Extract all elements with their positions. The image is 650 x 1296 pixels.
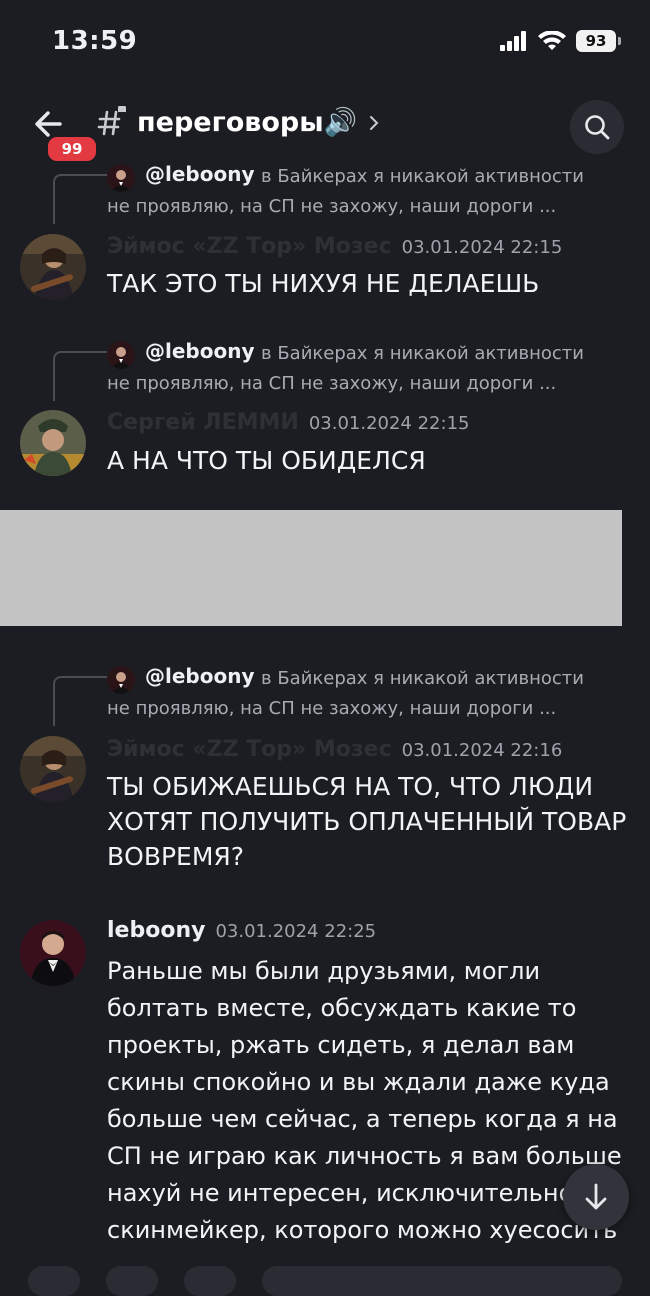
message-timestamp: 03.01.2024 22:15 bbox=[308, 413, 470, 434]
message-author[interactable]: Сергей ЛЕММИ 03.01.2024 22:15 bbox=[107, 410, 469, 435]
battery-indicator: 93 bbox=[576, 30, 621, 52]
channel-header: 99 переговоры🔊 bbox=[0, 92, 650, 164]
message-text: Раньше мы были друзьями, могли болтать в… bbox=[107, 957, 622, 1244]
avatar[interactable] bbox=[20, 410, 86, 476]
reply-avatar bbox=[107, 164, 135, 192]
add-button[interactable] bbox=[28, 1266, 80, 1296]
message-text: А НА ЧТО ТЫ ОБИДЕЛСЯ bbox=[107, 446, 426, 475]
wifi-icon bbox=[538, 31, 566, 50]
gift-button[interactable] bbox=[184, 1266, 236, 1296]
unread-badge: 99 bbox=[45, 134, 99, 164]
message-timestamp: 03.01.2024 22:16 bbox=[401, 740, 563, 761]
channel-name[interactable]: переговоры🔊 bbox=[137, 106, 357, 138]
reply-avatar bbox=[107, 666, 135, 694]
reply-author: @leboony bbox=[145, 664, 255, 688]
scroll-to-bottom-button[interactable] bbox=[563, 1164, 629, 1230]
redacted-block bbox=[0, 510, 622, 626]
reply-author: @leboony bbox=[145, 339, 255, 363]
search-button[interactable] bbox=[570, 100, 624, 154]
message-text: ТАК ЭТО ТЫ НИХУЯ НЕ ДЕЛАЕШЬ bbox=[107, 269, 540, 298]
message-author[interactable]: leboony 03.01.2024 22:25 bbox=[107, 918, 376, 943]
message-composer-bar bbox=[0, 1262, 650, 1296]
avatar[interactable] bbox=[20, 234, 86, 300]
status-bar: 13:59 93 bbox=[0, 0, 650, 80]
avatar[interactable] bbox=[20, 736, 86, 802]
message-text: ТЫ ОБИЖАЕШЬСЯ НА ТО, ЧТО ЛЮДИ ХОТЯТ ПОЛУ… bbox=[107, 772, 627, 871]
reply-author: @leboony bbox=[145, 162, 255, 186]
reply-text: не проявляю, на СП не захожу, наши дорог… bbox=[107, 698, 557, 719]
signal-icon bbox=[500, 31, 526, 51]
reply-connector bbox=[53, 676, 107, 726]
message-author[interactable]: Эймос «ZZ Тор» Мозес 03.01.2024 22:15 bbox=[107, 234, 562, 259]
arrow-down-icon bbox=[585, 1183, 607, 1210]
message-author[interactable]: Эймос «ZZ Тор» Мозес 03.01.2024 22:16 bbox=[107, 737, 562, 762]
apps-button[interactable] bbox=[106, 1266, 158, 1296]
reply-connector bbox=[53, 351, 107, 401]
author-name: Сергей ЛЕММИ bbox=[107, 410, 299, 435]
reply-text: в Байкерах я никакой активности bbox=[261, 166, 584, 187]
message-timestamp: 03.01.2024 22:15 bbox=[401, 237, 563, 258]
reply-text: в Байкерах я никакой активности bbox=[261, 668, 584, 689]
chevron-right-icon[interactable] bbox=[368, 114, 380, 132]
search-icon bbox=[585, 115, 610, 140]
message-input[interactable] bbox=[262, 1266, 622, 1296]
author-name: Эймос «ZZ Тор» Мозес bbox=[107, 737, 392, 762]
reply-avatar bbox=[107, 341, 135, 369]
author-name: leboony bbox=[107, 918, 206, 943]
reply-text: не проявляю, на СП не захожу, наши дорог… bbox=[107, 373, 557, 394]
author-name: Эймос «ZZ Тор» Мозес bbox=[107, 234, 392, 259]
reply-text: не проявляю, на СП не захожу, наши дорог… bbox=[107, 196, 557, 217]
status-icons: 93 bbox=[500, 30, 621, 52]
reply-connector bbox=[53, 174, 107, 224]
reply-text: в Байкерах я никакой активности bbox=[261, 343, 584, 364]
avatar[interactable] bbox=[20, 920, 86, 986]
channel-hash-icon bbox=[97, 106, 126, 136]
message-timestamp: 03.01.2024 22:25 bbox=[215, 921, 377, 942]
status-time: 13:59 bbox=[52, 26, 138, 56]
